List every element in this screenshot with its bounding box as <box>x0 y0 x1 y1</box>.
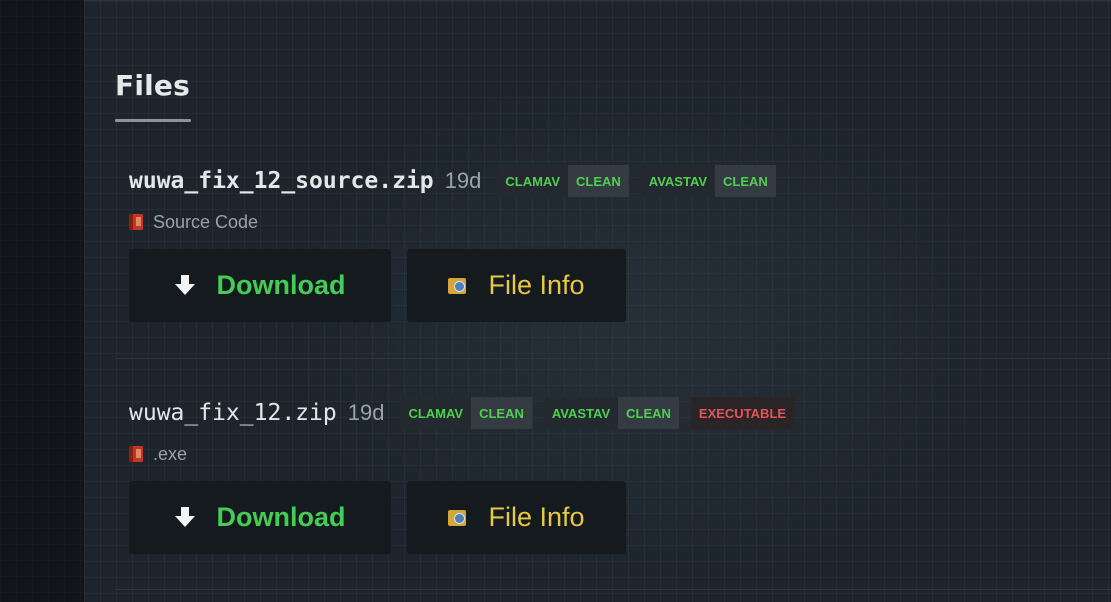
title-underline <box>115 119 191 122</box>
section-title: Files <box>115 69 190 102</box>
badge-value: CLEAN <box>568 165 629 197</box>
scan-badges: CLAMAV CLEAN AVASTAV CLEAN <box>497 165 787 197</box>
arrow-down-icon <box>174 274 195 297</box>
book-icon <box>129 446 143 462</box>
file-entry: wuwa_fix_12_source.zip 19d CLAMAV CLEAN … <box>129 161 788 322</box>
files-panel: Files wuwa_fix_12_source.zip 19d CLAMAV … <box>84 0 1111 602</box>
file-header: wuwa_fix_12.zip 19d CLAMAV CLEAN AVASTAV… <box>129 393 806 433</box>
file-age: 19d <box>347 400 385 425</box>
badge-label: AVASTAV <box>543 397 619 429</box>
badge-label: AVASTAV <box>640 165 716 197</box>
book-icon <box>129 214 143 230</box>
file-header: wuwa_fix_12_source.zip 19d CLAMAV CLEAN … <box>129 161 788 201</box>
left-rail <box>0 0 84 602</box>
file-age: 19d <box>444 168 482 193</box>
download-label: Download <box>216 270 346 300</box>
divider <box>115 358 1111 359</box>
file-info-label: File Info <box>488 502 585 532</box>
download-button[interactable]: Download <box>129 249 391 322</box>
file-name: wuwa_fix_12.zip <box>129 400 337 426</box>
file-description-text: .exe <box>153 443 188 464</box>
file-actions: Download File Info <box>129 249 788 322</box>
file-info-button[interactable]: File Info <box>407 481 626 554</box>
file-info-button[interactable]: File Info <box>407 249 626 322</box>
file-description: Source Code <box>129 208 788 236</box>
file-actions: Download File Info <box>129 481 806 554</box>
badge-value: CLEAN <box>715 165 776 197</box>
download-label: Download <box>216 502 346 532</box>
badge-value: CLEAN <box>618 397 679 429</box>
badge-value: CLEAN <box>471 397 532 429</box>
file-name: wuwa_fix_12_source.zip <box>129 168 434 194</box>
file-info-label: File Info <box>488 270 585 300</box>
scan-badge-avastav: AVASTAV CLEAN <box>640 165 776 197</box>
file-info-icon <box>448 277 467 294</box>
file-description: .exe <box>129 440 806 468</box>
file-info-icon <box>448 509 467 526</box>
executable-badge: EXECUTABLE <box>690 397 795 429</box>
badge-flag: EXECUTABLE <box>690 397 795 429</box>
scan-badge-avastav: AVASTAV CLEAN <box>543 397 679 429</box>
scan-badge-clamav: CLAMAV CLEAN <box>400 397 532 429</box>
scan-badge-clamav: CLAMAV CLEAN <box>497 165 629 197</box>
download-button[interactable]: Download <box>129 481 391 554</box>
badge-label: CLAMAV <box>400 397 472 429</box>
file-entry: wuwa_fix_12.zip 19d CLAMAV CLEAN AVASTAV… <box>129 393 806 554</box>
arrow-down-icon <box>174 506 195 529</box>
scan-badges: CLAMAV CLEAN AVASTAV CLEAN EXECUTABLE <box>400 397 806 429</box>
file-description-text: Source Code <box>153 211 259 232</box>
divider <box>115 589 1111 590</box>
badge-label: CLAMAV <box>497 165 568 197</box>
